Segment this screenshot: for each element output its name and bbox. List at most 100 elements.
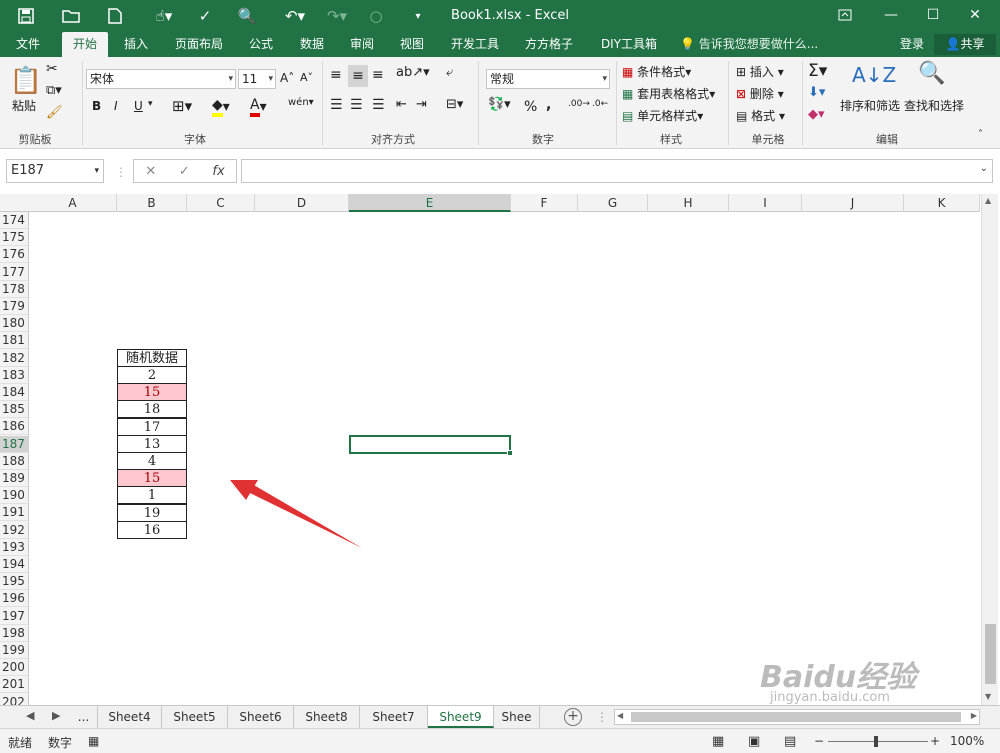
- decrease-font-icon[interactable]: A˅: [300, 71, 313, 84]
- comma-button[interactable]: ,: [546, 97, 551, 113]
- table-cell[interactable]: 18: [117, 400, 187, 419]
- row-header[interactable]: 181: [0, 332, 29, 350]
- italic-button[interactable]: I: [114, 99, 118, 113]
- paste-icon[interactable]: 📋: [10, 63, 42, 99]
- touch-mode-icon[interactable]: ☝▾: [148, 6, 180, 26]
- percent-button[interactable]: %: [524, 99, 537, 115]
- fill-icon[interactable]: ⬇▾: [808, 85, 825, 100]
- tab-developer[interactable]: 开发工具: [444, 32, 506, 57]
- column-header[interactable]: J: [802, 194, 904, 212]
- table-cell[interactable]: 15: [117, 469, 187, 488]
- formula-input[interactable]: ⌄: [241, 159, 993, 183]
- column-header[interactable]: B: [117, 194, 187, 212]
- bold-button[interactable]: B: [92, 99, 101, 113]
- tab-diy[interactable]: DIY工具箱: [592, 32, 666, 57]
- row-header[interactable]: 202: [0, 694, 29, 705]
- row-header[interactable]: 180: [0, 315, 29, 333]
- decrease-indent-icon[interactable]: ⇤: [396, 97, 407, 112]
- font-size-select[interactable]: 11 ▾: [238, 69, 276, 89]
- column-header[interactable]: A: [29, 194, 117, 212]
- border-icon[interactable]: ⊞▾: [172, 97, 192, 115]
- row-header[interactable]: 183: [0, 367, 29, 384]
- row-header[interactable]: 174: [0, 212, 29, 229]
- row-header[interactable]: 185: [0, 401, 29, 419]
- table-cell[interactable]: 19: [117, 503, 187, 522]
- page-break-view-icon[interactable]: ▤: [784, 734, 796, 749]
- normal-view-icon[interactable]: ▦: [712, 734, 724, 749]
- row-header[interactable]: 177: [0, 264, 29, 281]
- wrap-text-icon[interactable]: ⤶: [446, 65, 453, 80]
- tab-file[interactable]: 文件: [6, 32, 50, 57]
- active-cell-selection[interactable]: [349, 435, 513, 456]
- sheet-tab[interactable]: Shee: [494, 706, 540, 728]
- row-header[interactable]: 191: [0, 504, 29, 522]
- row-header[interactable]: 198: [0, 625, 29, 642]
- column-header[interactable]: G: [578, 194, 648, 212]
- row-header[interactable]: 178: [0, 281, 29, 298]
- sheet-tab-active[interactable]: Sheet9: [428, 706, 494, 728]
- fill-color-icon[interactable]: ◆ ▾: [212, 97, 230, 117]
- paste-button[interactable]: 粘贴: [12, 97, 36, 114]
- new-file-icon[interactable]: [104, 6, 126, 26]
- align-bottom-icon[interactable]: ≡: [372, 67, 384, 83]
- align-right-icon[interactable]: ☰: [372, 97, 385, 113]
- conditional-format-button[interactable]: ▦ 条件格式 ▾: [622, 63, 691, 80]
- orientation-icon[interactable]: ab↗▾: [396, 65, 430, 80]
- find-select-button[interactable]: 查找和选择: [904, 97, 964, 114]
- increase-indent-icon[interactable]: ⇥: [416, 97, 427, 112]
- table-cell[interactable]: 1: [117, 486, 187, 505]
- redo-icon[interactable]: ↷▾: [322, 6, 352, 26]
- zoom-slider-thumb[interactable]: [874, 736, 878, 747]
- macro-record-icon[interactable]: ▦: [88, 734, 99, 748]
- sort-filter-icon[interactable]: A↓Z: [852, 63, 896, 87]
- sheet-tab[interactable]: Sheet8: [294, 706, 360, 728]
- tab-page-layout[interactable]: 页面布局: [168, 32, 230, 57]
- underline-dropdown-icon[interactable]: ▾: [148, 99, 153, 109]
- table-cell[interactable]: 13: [117, 434, 187, 453]
- column-header[interactable]: I: [729, 194, 802, 212]
- number-format-select[interactable]: 常规 ▾: [486, 69, 610, 89]
- autosum-icon[interactable]: Σ▾: [808, 61, 827, 81]
- next-sheet-icon[interactable]: ▶: [52, 709, 60, 722]
- table-cell[interactable]: 2: [117, 366, 187, 384]
- login-link[interactable]: 登录: [900, 32, 924, 57]
- row-header[interactable]: 176: [0, 246, 29, 264]
- column-header[interactable]: F: [511, 194, 578, 212]
- phonetic-icon[interactable]: wén▾: [288, 97, 314, 108]
- scroll-up-icon[interactable]: ▲: [985, 196, 991, 205]
- row-header[interactable]: 187: [0, 435, 29, 453]
- spelling-icon[interactable]: ✓: [194, 6, 216, 26]
- chevron-down-icon[interactable]: ⌄: [980, 163, 988, 174]
- align-middle-icon[interactable]: ≡: [348, 65, 368, 87]
- insert-cells-button[interactable]: ⊞ 插入 ▾: [736, 63, 784, 80]
- column-header[interactable]: D: [255, 194, 349, 212]
- row-header[interactable]: 195: [0, 573, 29, 591]
- maximize-icon[interactable]: ☐: [918, 4, 948, 26]
- currency-icon[interactable]: 💱▾: [488, 97, 511, 112]
- minimize-icon[interactable]: —: [876, 4, 906, 26]
- row-header[interactable]: 194: [0, 556, 29, 573]
- customize-qat-icon[interactable]: ▾: [410, 6, 426, 26]
- sheet-tab[interactable]: Sheet7: [360, 706, 428, 728]
- tab-formulas[interactable]: 公式: [240, 32, 282, 57]
- sort-filter-button[interactable]: 排序和筛选: [840, 97, 900, 114]
- close-icon[interactable]: ✕: [960, 4, 990, 26]
- insert-function-icon[interactable]: fx: [212, 164, 224, 179]
- scroll-left-icon[interactable]: ◀: [617, 711, 623, 720]
- row-header[interactable]: 188: [0, 453, 29, 470]
- format-cells-button[interactable]: ▤ 格式 ▾: [736, 107, 785, 124]
- fill-handle[interactable]: [507, 450, 513, 456]
- undo-icon[interactable]: ↶▾: [278, 6, 312, 26]
- splitter-icon[interactable]: ⋮: [596, 710, 608, 724]
- row-header[interactable]: 201: [0, 676, 29, 694]
- collapse-ribbon-icon[interactable]: ˄: [978, 129, 983, 140]
- row-header[interactable]: 199: [0, 642, 29, 659]
- zoom-slider[interactable]: [828, 741, 928, 742]
- cell-styles-button[interactable]: ▤ 单元格样式 ▾: [622, 107, 703, 124]
- share-button[interactable]: 👤共享: [934, 34, 996, 55]
- align-center-icon[interactable]: ☰: [350, 97, 363, 113]
- delete-cells-button[interactable]: ⊠ 删除 ▾: [736, 85, 784, 102]
- table-cell[interactable]: 17: [117, 417, 187, 436]
- horizontal-scrollbar[interactable]: ◀ ▶: [614, 709, 980, 725]
- increase-decimal-icon[interactable]: .00→: [568, 99, 590, 109]
